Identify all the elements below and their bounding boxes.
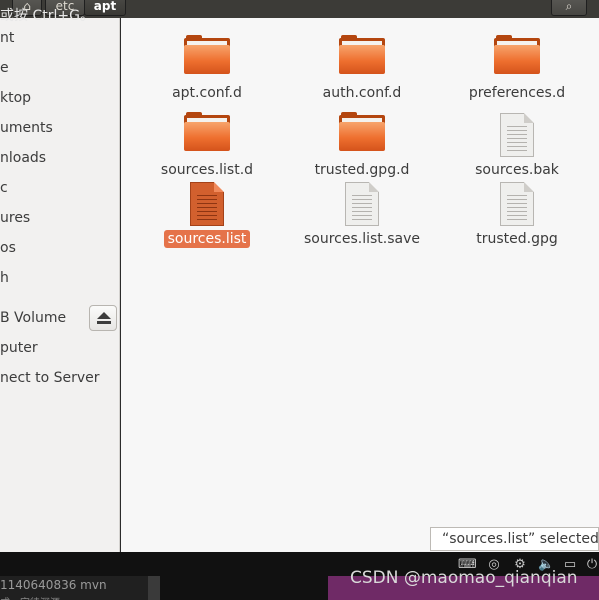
- file-item[interactable]: sources.list.save: [287, 182, 437, 248]
- file-name: preferences.d: [468, 85, 566, 101]
- sidebar-item-label: nect to Server: [0, 370, 100, 386]
- sidebar-item-label: B Volume: [0, 310, 67, 326]
- sidebar-item-pictures[interactable]: ures: [0, 204, 120, 232]
- sidebar-item-desktop[interactable]: ktop: [0, 84, 120, 112]
- folder-icon: [184, 112, 230, 151]
- eject-button[interactable]: [89, 305, 117, 331]
- sidebar-item-trash[interactable]: h: [0, 264, 120, 292]
- file-view: apt.conf.d auth.conf.d preferences.d sou…: [121, 18, 599, 552]
- folder-icon: [339, 35, 385, 74]
- file-name: apt.conf.d: [172, 85, 242, 101]
- file-name: sources.list.save: [303, 231, 421, 247]
- file-name: sources.bak: [475, 162, 559, 178]
- sidebar-item-videos[interactable]: os: [0, 234, 120, 262]
- sidebar-item-label: uments: [0, 120, 53, 136]
- file-name: sources.list.d: [160, 162, 254, 178]
- sidebar-item-downloads[interactable]: nloads: [0, 144, 120, 172]
- file-item[interactable]: sources.list.d: [132, 112, 282, 179]
- file-name: sources.list: [163, 230, 251, 248]
- sidebar-item-label: e: [0, 60, 9, 76]
- sidebar-item-label: ures: [0, 210, 31, 226]
- search-button[interactable]: ⌕: [551, 0, 587, 16]
- sidebar-item-label: os: [0, 240, 16, 256]
- document-icon: [500, 113, 534, 157]
- folder-icon: [494, 35, 540, 74]
- terminal-line-2: 成，定待深源: [0, 594, 60, 600]
- file-item[interactable]: sources.bak: [442, 113, 592, 179]
- document-icon: [500, 182, 534, 226]
- sidebar-item-connect-to-server[interactable]: nect to Server: [0, 364, 120, 392]
- document-icon: [345, 182, 379, 226]
- file-item[interactable]: apt.conf.d: [132, 35, 282, 102]
- sidebar-item-documents[interactable]: uments: [0, 114, 120, 142]
- sidebar-item-label: nt: [0, 30, 15, 46]
- sidebar: nt e ktop uments nloads c ures os h B Vo…: [0, 18, 120, 552]
- file-item[interactable]: preferences.d: [442, 35, 592, 102]
- dock-separator: [148, 576, 160, 600]
- file-item[interactable]: trusted.gpg: [442, 182, 592, 248]
- sidebar-item-music[interactable]: c: [0, 174, 120, 202]
- sidebar-item-label: c: [0, 180, 8, 196]
- sidebar-item-computer[interactable]: puter: [0, 334, 120, 362]
- power-icon[interactable]: ⏻: [584, 557, 599, 573]
- document-icon: [190, 182, 224, 226]
- selection-status: “sources.list” selected: [430, 527, 599, 551]
- file-name: trusted.gpg.d: [314, 162, 410, 178]
- file-item[interactable]: trusted.gpg.d: [287, 112, 437, 179]
- file-name: trusted.gpg: [476, 231, 558, 247]
- sidebar-item-label: nloads: [0, 150, 47, 166]
- terminal-line: 1140640836 mvn: [0, 578, 107, 592]
- file-name: auth.conf.d: [322, 85, 402, 101]
- sidebar-item-home[interactable]: e: [0, 54, 120, 82]
- sidebar-item-label: puter: [0, 340, 38, 356]
- sidebar-item-label: h: [0, 270, 9, 286]
- path-label: apt: [93, 0, 117, 13]
- folder-icon: [339, 112, 385, 151]
- keyboard-hint: 或按 Ctrl+G。: [0, 8, 94, 24]
- file-item[interactable]: auth.conf.d: [287, 35, 437, 102]
- watermark: CSDN @maomao_qianqian: [350, 568, 578, 588]
- search-icon: ⌕: [565, 0, 573, 13]
- sidebar-item-recent[interactable]: nt: [0, 24, 120, 52]
- file-item-selected[interactable]: sources.list: [132, 182, 282, 248]
- sidebar-item-usb-volume[interactable]: B Volume: [0, 304, 86, 332]
- folder-icon: [184, 35, 230, 74]
- sidebar-item-label: ktop: [0, 90, 32, 106]
